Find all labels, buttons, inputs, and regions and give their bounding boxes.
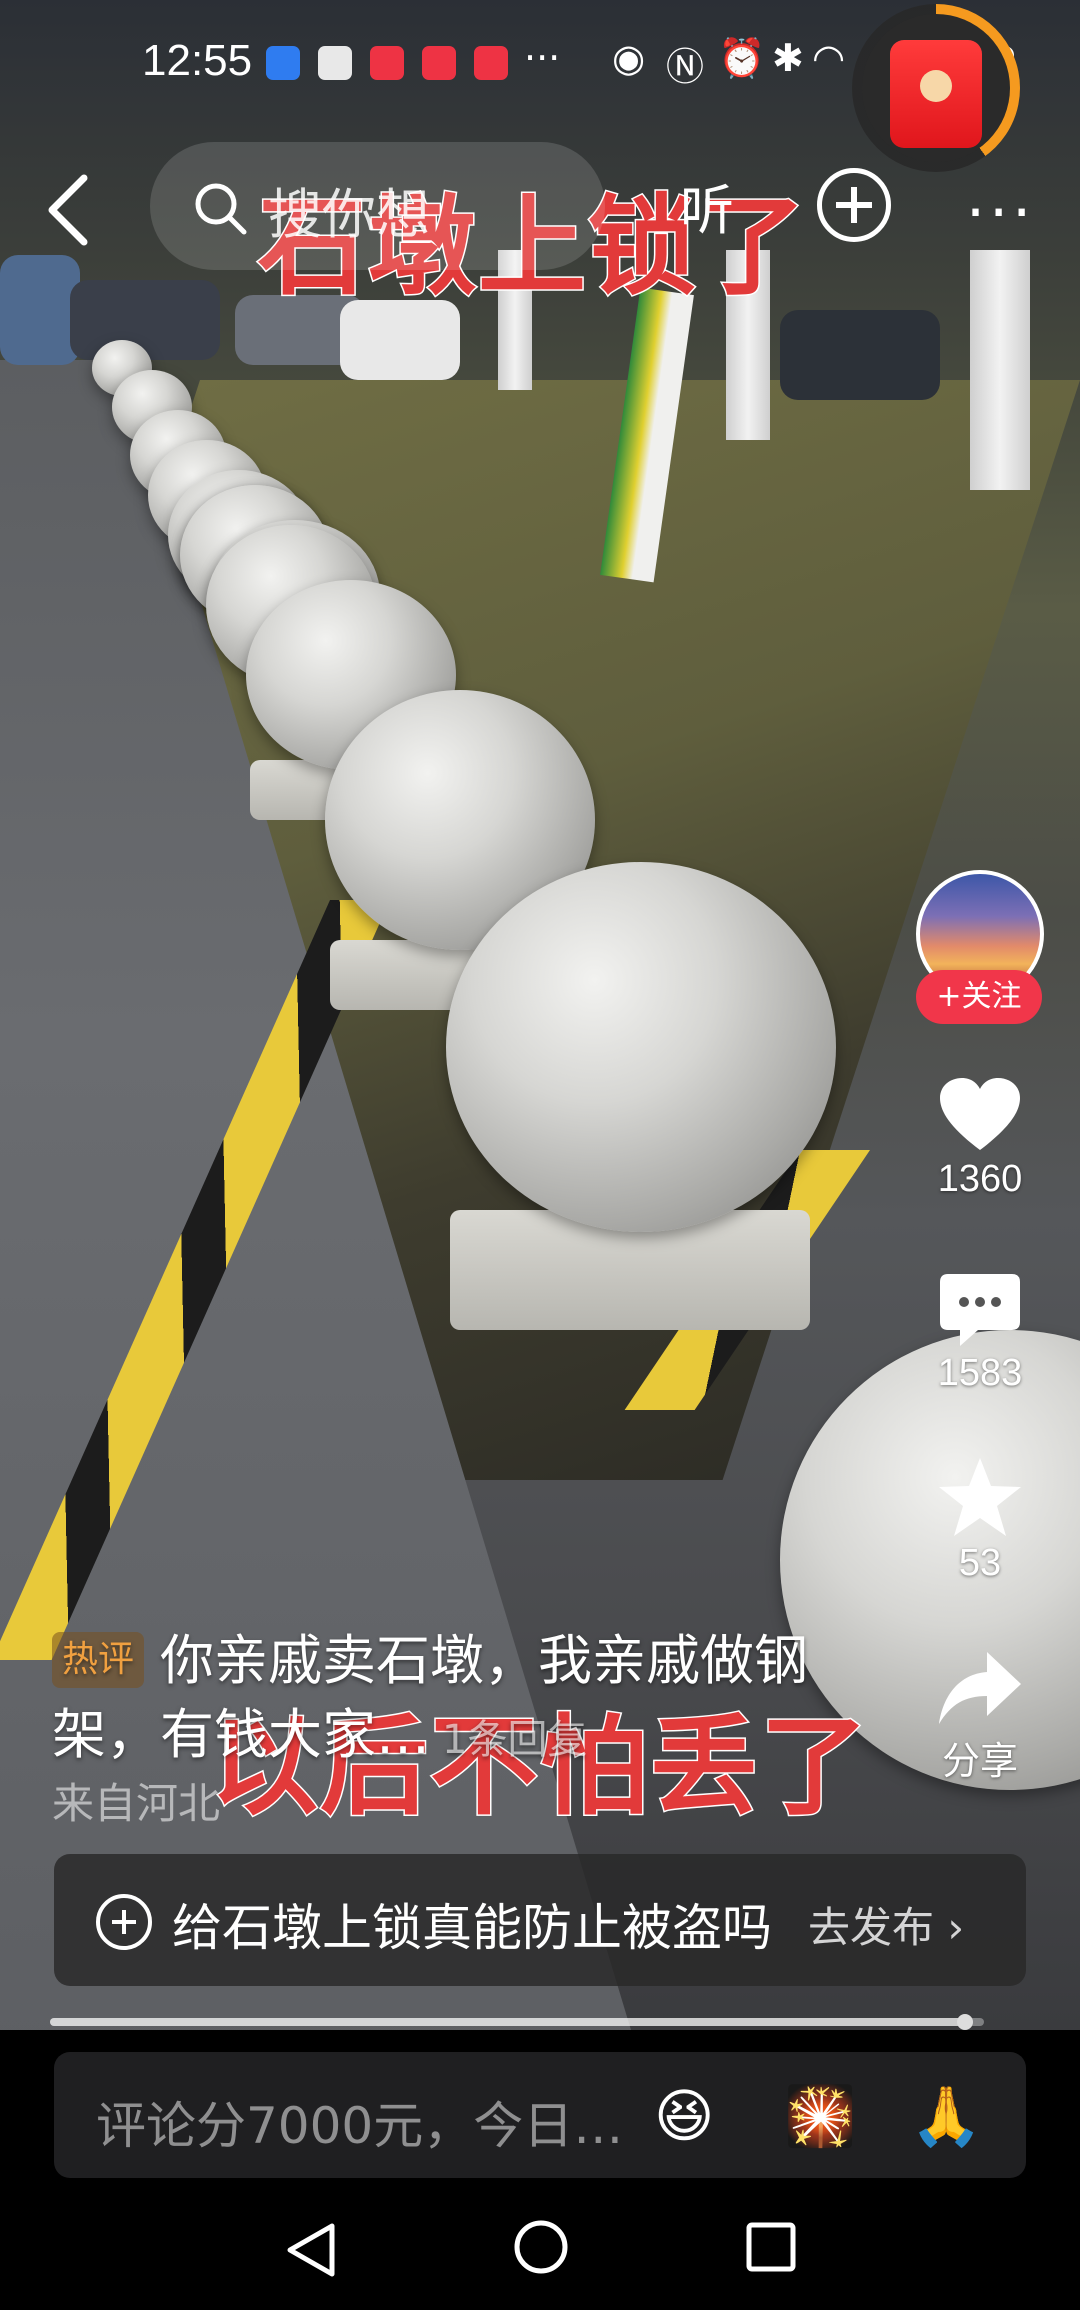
background-car: [70, 280, 220, 360]
recents-square-icon[interactable]: [744, 2220, 798, 2274]
back-button[interactable]: [40, 170, 100, 250]
star-icon: [939, 1458, 1021, 1536]
pray-emoji-button[interactable]: 🙏: [910, 2082, 982, 2151]
calendar-app-icon: [266, 46, 300, 80]
more-notifications-icon: ···: [524, 36, 561, 80]
favorite-count: 53: [958, 1542, 1002, 1584]
hot-comment-text: 你亲戚卖石墩，我亲戚做钢架，有钱大家…: [52, 1629, 809, 1766]
stone-ball: [446, 862, 836, 1232]
reply-hint[interactable]: 1条回复: [442, 1717, 587, 1763]
hot-comment-badge: 热评: [52, 1632, 145, 1688]
like-action[interactable]: 1360: [920, 1076, 1040, 1201]
listen-button[interactable]: 听: [680, 166, 734, 245]
comment-location: 来自河北: [52, 1779, 221, 1828]
video-progress-fill: [50, 2018, 966, 2026]
like-count: 1360: [937, 1158, 1023, 1200]
follow-button[interactable]: +关注: [916, 970, 1042, 1024]
fireworks-emoji-button[interactable]: 🎇: [784, 2082, 856, 2151]
favorite-action[interactable]: 53: [920, 1456, 1040, 1585]
status-time: 12:55: [142, 36, 253, 85]
publish-link[interactable]: 去发布 ›: [808, 1894, 964, 1955]
nfc-icon: Ⓝ: [666, 45, 705, 89]
share-action[interactable]: 分享: [920, 1650, 1040, 1785]
chevron-left-icon: [48, 174, 88, 246]
wifi-icon: ◠: [812, 36, 846, 80]
add-circle-icon[interactable]: [817, 168, 891, 242]
back-triangle-icon[interactable]: [282, 2220, 338, 2280]
tree-trunk: [970, 250, 1030, 490]
topic-prompt-text[interactable]: 给石墩上锁真能防止被盗吗: [172, 1888, 772, 1960]
red-packet-icon[interactable]: [890, 40, 982, 148]
comment-action[interactable]: 1583: [920, 1272, 1040, 1395]
background-car: [780, 310, 940, 400]
redbook-app-icon: [370, 46, 404, 80]
heart-icon: [940, 1078, 1020, 1150]
background-car: [0, 255, 80, 365]
redbook-app-icon: [422, 46, 456, 80]
search-icon[interactable]: [192, 180, 248, 236]
home-circle-icon[interactable]: [512, 2218, 570, 2276]
laughing-emoji-button[interactable]: 😆: [654, 2082, 714, 2150]
comment-count: 1583: [937, 1352, 1023, 1394]
redbook-app-icon: [474, 46, 508, 80]
alarm-icon: ⏰: [718, 36, 766, 80]
share-label: 分享: [941, 1741, 1018, 1783]
comment-input-placeholder[interactable]: 评论分7000元，今日…: [96, 2086, 623, 2158]
add-circle-icon: [96, 1894, 152, 1950]
search-placeholder[interactable]: 搜你想: [268, 170, 430, 249]
hot-comment[interactable]: 热评 你亲戚卖石墩，我亲戚做钢架，有钱大家… 1条回复: [52, 1624, 842, 1777]
system-nav-bar: [0, 2190, 1080, 2310]
comment-bubble-icon: [940, 1274, 1020, 1346]
huawei-app-icon: [318, 46, 352, 80]
more-options-button[interactable]: ···: [966, 178, 1035, 248]
bluetooth-icon: ✱: [772, 36, 804, 80]
share-arrow-icon: [939, 1652, 1021, 1724]
eye-icon: ◉: [612, 36, 646, 80]
